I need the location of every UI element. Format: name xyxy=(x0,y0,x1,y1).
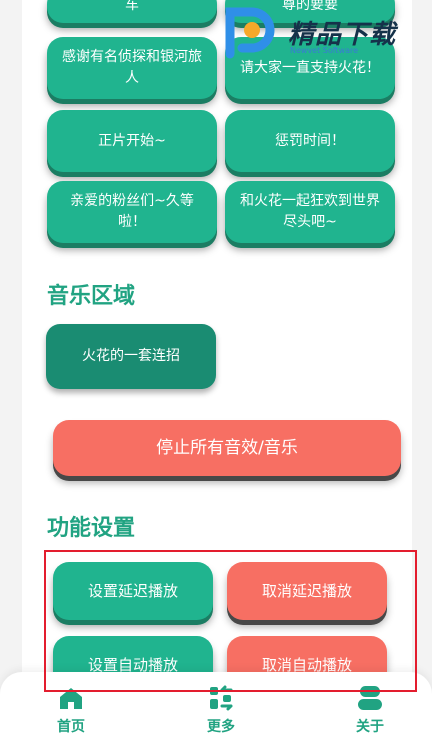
stop-all-button[interactable]: 停止所有音效/音乐 xyxy=(53,420,401,476)
cancel-delay-play-label: 取消延迟播放 xyxy=(261,581,352,600)
settings-section-title: 功能设置 xyxy=(47,516,136,541)
sound-button[interactable]: 惩罚时间！ xyxy=(225,110,395,172)
sound-button-label: 车 xyxy=(125,0,139,13)
bottom-nav: 首页 更多 关于 xyxy=(0,672,432,750)
set-delay-play-button[interactable]: 设置延迟播放 xyxy=(53,562,213,620)
home-icon xyxy=(60,688,82,709)
stop-all-label: 停止所有音效/音乐 xyxy=(156,437,298,458)
sound-button-label: 正片开始~ xyxy=(98,132,166,149)
sound-button-label: 亲爱的粉丝们~久等啦！ xyxy=(70,193,194,230)
sound-button-label: 感谢有名侦探和银河旅人 xyxy=(62,49,202,86)
sound-button[interactable]: 车 xyxy=(47,0,217,23)
sound-button-label: 和火花一起狂欢到世界尽头吧~ xyxy=(240,193,380,230)
nav-item-more-label: 更多 xyxy=(207,719,235,735)
nav-item-about[interactable]: 关于 xyxy=(340,684,400,736)
sound-button[interactable]: 正片开始~ xyxy=(47,110,217,172)
sound-button[interactable]: 和火花一起狂欢到世界尽头吧~ xyxy=(225,181,395,243)
sound-button-label: 惩罚时间！ xyxy=(275,132,345,149)
music-button[interactable]: 火花的一套连招 xyxy=(46,324,216,389)
about-icon xyxy=(358,686,382,710)
watermark-subtext: Newvet Software xyxy=(290,46,359,55)
music-button-label: 火花的一套连招 xyxy=(82,348,180,364)
nav-item-home[interactable]: 首页 xyxy=(41,684,101,736)
set-delay-play-label: 设置延迟播放 xyxy=(87,581,178,600)
watermark: 精品下载 Newvet Software xyxy=(218,0,432,62)
more-icon xyxy=(210,685,233,711)
music-section-title: 音乐区域 xyxy=(47,284,136,309)
nav-item-about-label: 关于 xyxy=(356,719,384,735)
watermark-logo-icon xyxy=(225,7,275,59)
sound-button[interactable]: 感谢有名侦探和银河旅人 xyxy=(47,37,217,99)
nav-item-home-label: 首页 xyxy=(57,719,85,735)
sound-button[interactable]: 亲爱的粉丝们~久等啦！ xyxy=(47,181,217,243)
cancel-delay-play-button[interactable]: 取消延迟播放 xyxy=(227,562,387,620)
nav-item-more[interactable]: 更多 xyxy=(191,684,251,736)
